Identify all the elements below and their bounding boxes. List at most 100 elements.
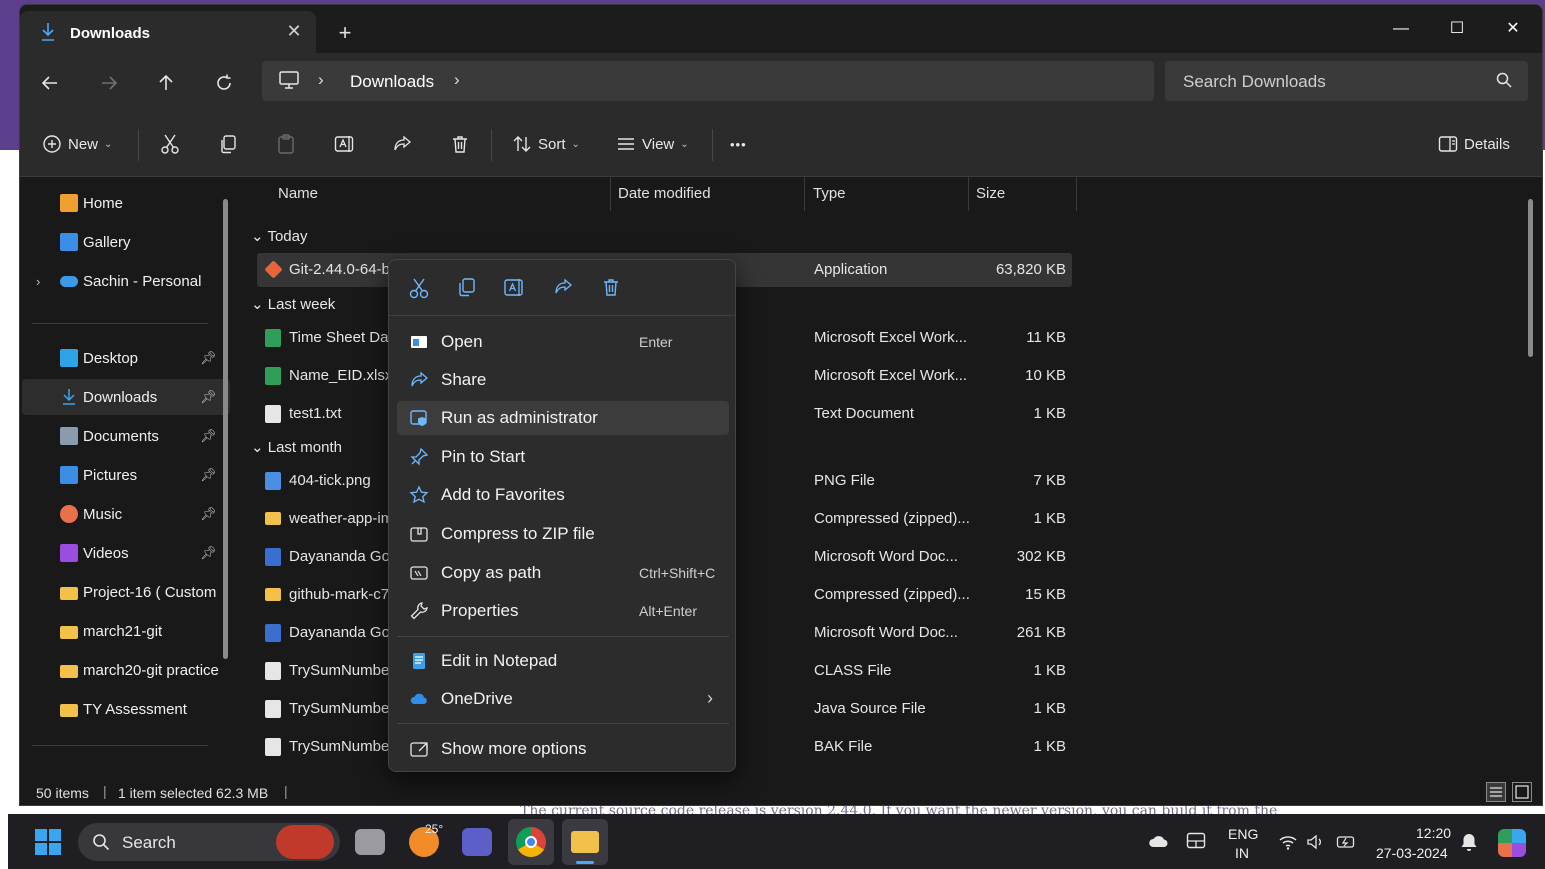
column-divider[interactable] xyxy=(1076,177,1077,211)
sidebar-item-downloads[interactable]: Downloads 📌︎ xyxy=(22,379,230,415)
download-arrow-icon xyxy=(60,388,78,406)
menu-item-show-more-options[interactable]: Show more options xyxy=(397,732,729,766)
file-explorer-app[interactable] xyxy=(562,819,608,865)
sidebar-item-videos[interactable]: Videos 📌︎ xyxy=(22,535,230,571)
group-header-last-week[interactable]: ⌄ Last week xyxy=(251,295,335,313)
details-view-toggle[interactable] xyxy=(1486,782,1506,802)
copy-icon[interactable] xyxy=(453,274,481,302)
share-icon[interactable] xyxy=(549,274,577,302)
rename-button[interactable] xyxy=(334,128,356,160)
back-button[interactable] xyxy=(34,67,66,99)
pin-icon[interactable]: 📌︎ xyxy=(200,545,217,561)
menu-item-run-as-administrator[interactable]: Run as administrator xyxy=(397,401,729,435)
sidebar-item-documents[interactable]: Documents 📌︎ xyxy=(22,418,230,454)
tab-downloads[interactable]: Downloads ✕ xyxy=(20,11,316,53)
breadcrumb-chevron-icon[interactable]: › xyxy=(454,70,460,90)
column-divider[interactable] xyxy=(610,177,611,211)
wifi-icon[interactable] xyxy=(1278,834,1298,850)
sidebar-item-gallery[interactable]: Gallery xyxy=(22,224,230,260)
maximize-button[interactable]: ☐ xyxy=(1434,11,1480,47)
notification-bell-icon[interactable] xyxy=(1460,832,1478,852)
share-button[interactable] xyxy=(392,128,412,160)
details-pane-icon xyxy=(1438,136,1458,152)
breadcrumb-downloads[interactable]: Downloads xyxy=(350,72,434,92)
pin-icon[interactable]: 📌︎ xyxy=(200,350,217,366)
refresh-button[interactable] xyxy=(208,67,240,99)
minimize-button[interactable]: — xyxy=(1378,11,1424,47)
rename-icon[interactable] xyxy=(501,274,529,302)
rename-icon xyxy=(334,136,354,152)
sidebar-item-march21-git[interactable]: march21-git xyxy=(22,613,230,649)
forward-button[interactable] xyxy=(93,67,125,99)
expand-chevron-icon[interactable]: › xyxy=(36,274,40,289)
sidebar-scrollbar[interactable] xyxy=(223,199,228,659)
volume-icon[interactable] xyxy=(1306,834,1326,850)
star-icon xyxy=(409,485,429,504)
task-view-icon[interactable] xyxy=(355,829,385,855)
region-indicator[interactable]: IN xyxy=(1235,845,1249,861)
sidebar-item-onedrive[interactable]: › Sachin - Personal xyxy=(22,263,230,299)
new-tab-button[interactable]: + xyxy=(330,19,360,49)
menu-item-share[interactable]: Share xyxy=(397,363,729,397)
close-window-button[interactable]: ✕ xyxy=(1490,11,1536,47)
sidebar-item-march20-git-practice[interactable]: march20-git practice xyxy=(22,652,230,688)
menu-item-onedrive[interactable]: OneDrive › xyxy=(397,682,729,716)
cut-button[interactable] xyxy=(160,128,180,160)
sidebar-item-project-16[interactable]: Project-16 ( Custom c xyxy=(22,574,230,610)
pin-icon[interactable]: 📌︎ xyxy=(200,506,217,522)
tiles-view-toggle[interactable] xyxy=(1512,782,1532,802)
display-tray-icon[interactable] xyxy=(1186,832,1206,850)
copilot-icon[interactable] xyxy=(1498,829,1526,857)
sort-button[interactable]: Sort ⌄ xyxy=(512,128,580,160)
new-button[interactable]: New ⌄ xyxy=(42,128,112,160)
column-header-type[interactable]: Type xyxy=(813,185,846,202)
file-list-scrollbar[interactable] xyxy=(1528,199,1533,357)
search-highlight-icon[interactable] xyxy=(276,825,334,859)
pin-icon[interactable]: 📌︎ xyxy=(200,467,217,483)
sidebar-item-home[interactable]: Home xyxy=(22,185,230,221)
details-pane-button[interactable]: Details xyxy=(1438,128,1510,160)
menu-item-pin-to-start[interactable]: Pin to Start xyxy=(397,440,729,474)
view-button[interactable]: View ⌄ xyxy=(616,128,689,160)
menu-item-edit-in-notepad[interactable]: Edit in Notepad xyxy=(397,644,729,678)
chrome-app[interactable] xyxy=(508,819,554,865)
column-header-size[interactable]: Size xyxy=(976,185,1005,202)
column-divider[interactable] xyxy=(968,177,969,211)
column-divider[interactable] xyxy=(804,177,805,211)
delete-button[interactable] xyxy=(450,128,470,160)
column-header-name[interactable]: Name xyxy=(278,185,318,202)
menu-item-open[interactable]: Open Enter xyxy=(397,325,729,359)
column-header-date[interactable]: Date modified xyxy=(618,185,711,202)
sidebar-item-ty-assessment[interactable]: TY Assessment xyxy=(22,691,230,727)
more-options-button[interactable]: ••• xyxy=(730,128,747,160)
copy-button[interactable] xyxy=(218,128,238,160)
sidebar-item-desktop[interactable]: Desktop 📌︎ xyxy=(22,340,230,376)
onedrive-tray-icon[interactable] xyxy=(1148,834,1170,848)
group-header-last-month[interactable]: ⌄ Last month xyxy=(251,438,342,456)
menu-item-add-to-favorites[interactable]: Add to Favorites xyxy=(397,478,729,512)
trash-icon[interactable] xyxy=(597,274,625,302)
menu-item-copy-as-path[interactable]: Copy as path Ctrl+Shift+C xyxy=(397,556,729,590)
search-box[interactable]: Search Downloads xyxy=(1165,61,1528,101)
scissors-icon[interactable] xyxy=(405,274,433,302)
paste-button[interactable] xyxy=(276,128,296,160)
tab-close-button[interactable]: ✕ xyxy=(282,19,306,43)
clock-time[interactable]: 12:20 xyxy=(1416,825,1451,841)
chevron-down-icon: ⌄ xyxy=(680,138,689,150)
taskbar-search[interactable]: Search xyxy=(78,823,340,861)
breadcrumb-chevron-icon[interactable]: › xyxy=(318,70,324,90)
pin-icon[interactable]: 📌︎ xyxy=(200,389,217,405)
sidebar-item-pictures[interactable]: Pictures 📌︎ xyxy=(22,457,230,493)
clock-date[interactable]: 27-03-2024 xyxy=(1376,845,1448,861)
teams-icon[interactable] xyxy=(462,828,492,856)
menu-item-properties[interactable]: Properties Alt+Enter xyxy=(397,594,729,628)
battery-charging-icon[interactable] xyxy=(1336,834,1358,850)
language-indicator[interactable]: ENG xyxy=(1228,826,1258,842)
group-header-today[interactable]: ⌄ Today xyxy=(251,227,308,245)
menu-item-compress-to-zip[interactable]: Compress to ZIP file xyxy=(397,517,729,551)
windows-start-icon[interactable] xyxy=(34,828,62,856)
sidebar-item-music[interactable]: Music 📌︎ xyxy=(22,496,230,532)
pin-icon[interactable]: 📌︎ xyxy=(200,428,217,444)
up-button[interactable] xyxy=(150,67,182,99)
address-bar[interactable]: › Downloads › xyxy=(262,61,1154,101)
